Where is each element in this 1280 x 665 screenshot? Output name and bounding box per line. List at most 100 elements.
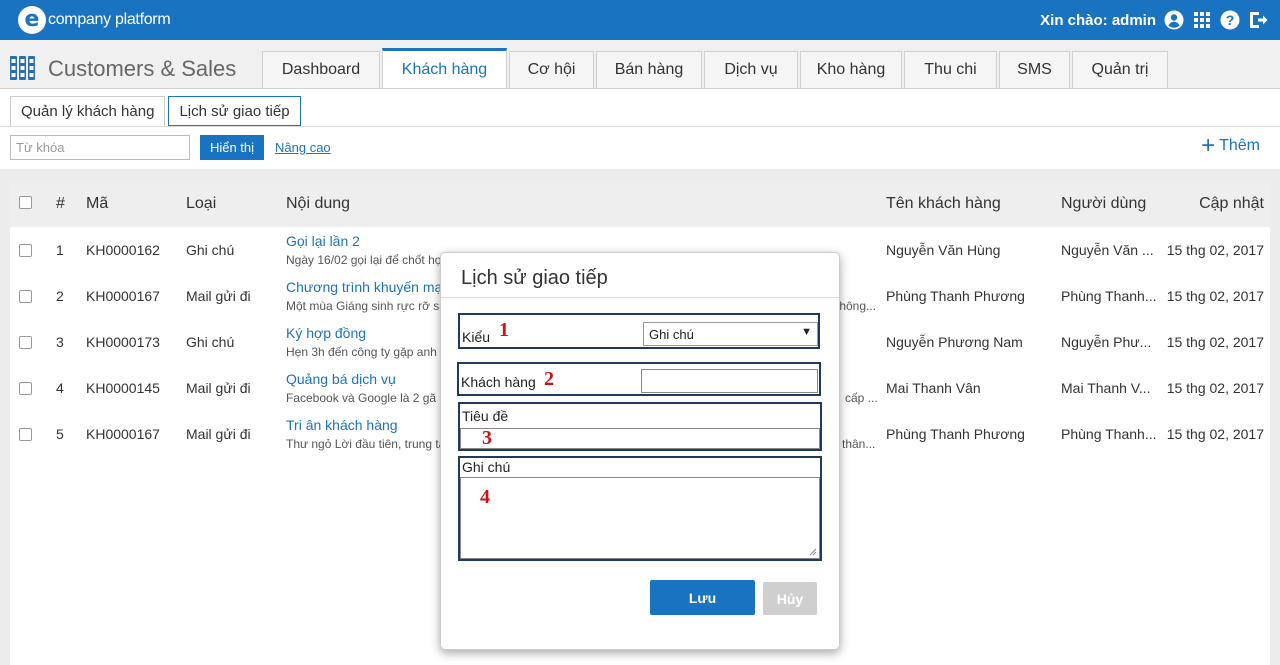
divider <box>0 126 1280 127</box>
row-checkbox[interactable] <box>19 428 32 441</box>
marker-2: 2 <box>544 368 554 390</box>
customer-field: Khách hàng 2 <box>457 362 821 396</box>
row-user: Phùng Thanh... <box>1061 288 1157 304</box>
row-code: KH0000173 <box>86 334 160 350</box>
add-label: Thêm <box>1219 137 1260 154</box>
col-updated[interactable]: Cập nhật <box>1199 195 1264 213</box>
row-user: Nguyễn Phư... <box>1061 334 1152 350</box>
subtab-quan-ly-khach-hang[interactable]: Quản lý khách hàng <box>10 96 166 127</box>
row-updated: 15 thg 02, 2017 <box>1166 334 1264 350</box>
row-code: KH0000167 <box>86 288 160 304</box>
row-description: Facebook và Google là 2 gã k <box>286 391 446 405</box>
main-tabs: Dashboard Khách hàng Cơ hội Bán hàng Dịc… <box>262 48 1170 88</box>
advanced-search-link[interactable]: Nâng cao <box>275 140 331 155</box>
note-label: Ghi chú <box>462 459 511 475</box>
tab-khach-hang[interactable]: Khách hàng <box>382 48 507 88</box>
row-type: Mail gửi đi <box>186 380 251 396</box>
customer-label: Khách hàng <box>461 374 536 390</box>
row-checkbox[interactable] <box>19 244 32 257</box>
row-title-link[interactable]: Chương trình khuyến mại <box>286 279 445 295</box>
row-num: 2 <box>56 288 64 304</box>
sub-tabs: Quản lý khách hàng Lịch sử giao tiếp <box>10 96 304 127</box>
customer-input[interactable] <box>641 369 818 393</box>
row-user: Phùng Thanh... <box>1061 426 1157 442</box>
company-logo[interactable]: e company platform <box>18 4 171 36</box>
row-code: KH0000167 <box>86 426 160 442</box>
add-button[interactable]: + Thêm <box>1201 134 1260 158</box>
cancel-button[interactable]: Hủy <box>763 582 817 615</box>
tab-dich-vu[interactable]: Dịch vụ <box>704 51 798 88</box>
tab-thu-chi[interactable]: Thu chi <box>904 51 997 88</box>
row-description: Thư ngỏ Lời đầu tiên, trung tâ <box>286 437 446 451</box>
row-title-link[interactable]: Quảng bá dịch vụ <box>286 371 396 387</box>
svg-text:?: ? <box>1226 12 1235 28</box>
row-customer: Phùng Thanh Phương <box>886 288 1025 304</box>
help-icon[interactable]: ? <box>1220 10 1240 30</box>
tab-co-hoi[interactable]: Cơ hội <box>509 51 594 88</box>
note-textarea[interactable] <box>460 477 820 559</box>
select-all-checkbox[interactable] <box>19 196 32 209</box>
col-code[interactable]: Mã <box>86 195 108 213</box>
row-user: Nguyễn Văn ... <box>1061 242 1154 258</box>
tab-sms[interactable]: SMS <box>999 51 1070 88</box>
logo-mark: e <box>18 6 46 34</box>
row-title-link[interactable]: Tri ân khách hàng <box>286 417 398 433</box>
show-button[interactable]: Hiển thị <box>200 135 264 160</box>
row-type: Mail gửi đi <box>186 426 251 442</box>
type-field: Kiểu 1 Ghi chú ▼ <box>458 313 820 349</box>
marker-4: 4 <box>480 486 490 508</box>
save-button[interactable]: Lưu <box>650 580 755 615</box>
row-num: 4 <box>56 380 64 396</box>
user-icon[interactable] <box>1164 10 1184 30</box>
row-checkbox[interactable] <box>19 336 32 349</box>
header-row: Customers & Sales Dashboard Khách hàng C… <box>0 40 1280 88</box>
dialog-divider <box>441 297 839 298</box>
row-checkbox[interactable] <box>19 382 32 395</box>
marker-3: 3 <box>482 427 492 449</box>
col-type[interactable]: Loại <box>186 195 216 213</box>
tab-quan-tri[interactable]: Quản trị <box>1072 51 1168 88</box>
row-code: KH0000162 <box>86 242 160 258</box>
row-type: Mail gửi đi <box>186 288 251 304</box>
note-field: Ghi chú 4 <box>458 456 822 561</box>
greeting-text: Xin chào: admin <box>1040 11 1156 29</box>
subject-input[interactable] <box>460 428 820 449</box>
row-num: 1 <box>56 242 64 258</box>
row-title-link[interactable]: Ký hợp đồng <box>286 325 366 341</box>
logout-icon[interactable] <box>1248 10 1268 30</box>
tab-dashboard[interactable]: Dashboard <box>262 51 380 88</box>
row-title-link[interactable]: Gọi lại lần 2 <box>286 233 360 249</box>
type-label: Kiểu <box>462 329 491 345</box>
dropdown-arrow-icon: ▼ <box>801 326 812 338</box>
row-type: Ghi chú <box>186 242 235 258</box>
type-select[interactable]: Ghi chú ▼ <box>643 322 818 346</box>
subtab-lich-su-giao-tiep[interactable]: Lịch sử giao tiếp <box>168 96 301 127</box>
subject-field: Tiêu đề 3 <box>458 402 822 451</box>
row-customer: Nguyễn Phương Nam <box>886 334 1023 350</box>
communication-history-dialog: Lịch sử giao tiếp Kiểu 1 Ghi chú ▼ Khách… <box>440 252 840 650</box>
row-description: Một mùa Giáng sinh rực rỡ sắ <box>286 299 446 313</box>
app-grid-icon[interactable] <box>10 56 36 80</box>
col-content[interactable]: Nội dung <box>286 195 350 213</box>
col-customer[interactable]: Tên khách hàng <box>886 195 1001 213</box>
tab-kho-hang[interactable]: Kho hàng <box>800 51 902 88</box>
row-description: Hẹn 3h đến công ty gặp anh H <box>286 345 449 359</box>
col-user[interactable]: Người dùng <box>1061 195 1146 213</box>
row-customer: Nguyễn Văn Hùng <box>886 242 1001 258</box>
type-select-value: Ghi chú <box>649 327 694 342</box>
search-input[interactable] <box>10 135 190 160</box>
row-checkbox[interactable] <box>19 290 32 303</box>
row-updated: 15 thg 02, 2017 <box>1166 380 1264 396</box>
col-num: # <box>56 195 65 212</box>
resize-handle-icon[interactable] <box>809 548 817 556</box>
dialog-title: Lịch sử giao tiếp <box>461 267 608 289</box>
app-title: Customers & Sales <box>48 56 237 81</box>
row-description-tail: cấp ... <box>845 391 878 405</box>
row-type: Ghi chú <box>186 334 235 350</box>
tab-ban-hang[interactable]: Bán hàng <box>596 51 702 88</box>
apps-grid-icon[interactable] <box>1192 10 1212 30</box>
marker-1: 1 <box>499 319 509 341</box>
row-updated: 15 thg 02, 2017 <box>1166 242 1264 258</box>
table-header: # Mã Loại Nội dung Tên khách hàng Người … <box>10 181 1270 227</box>
row-customer: Phùng Thanh Phương <box>886 426 1025 442</box>
